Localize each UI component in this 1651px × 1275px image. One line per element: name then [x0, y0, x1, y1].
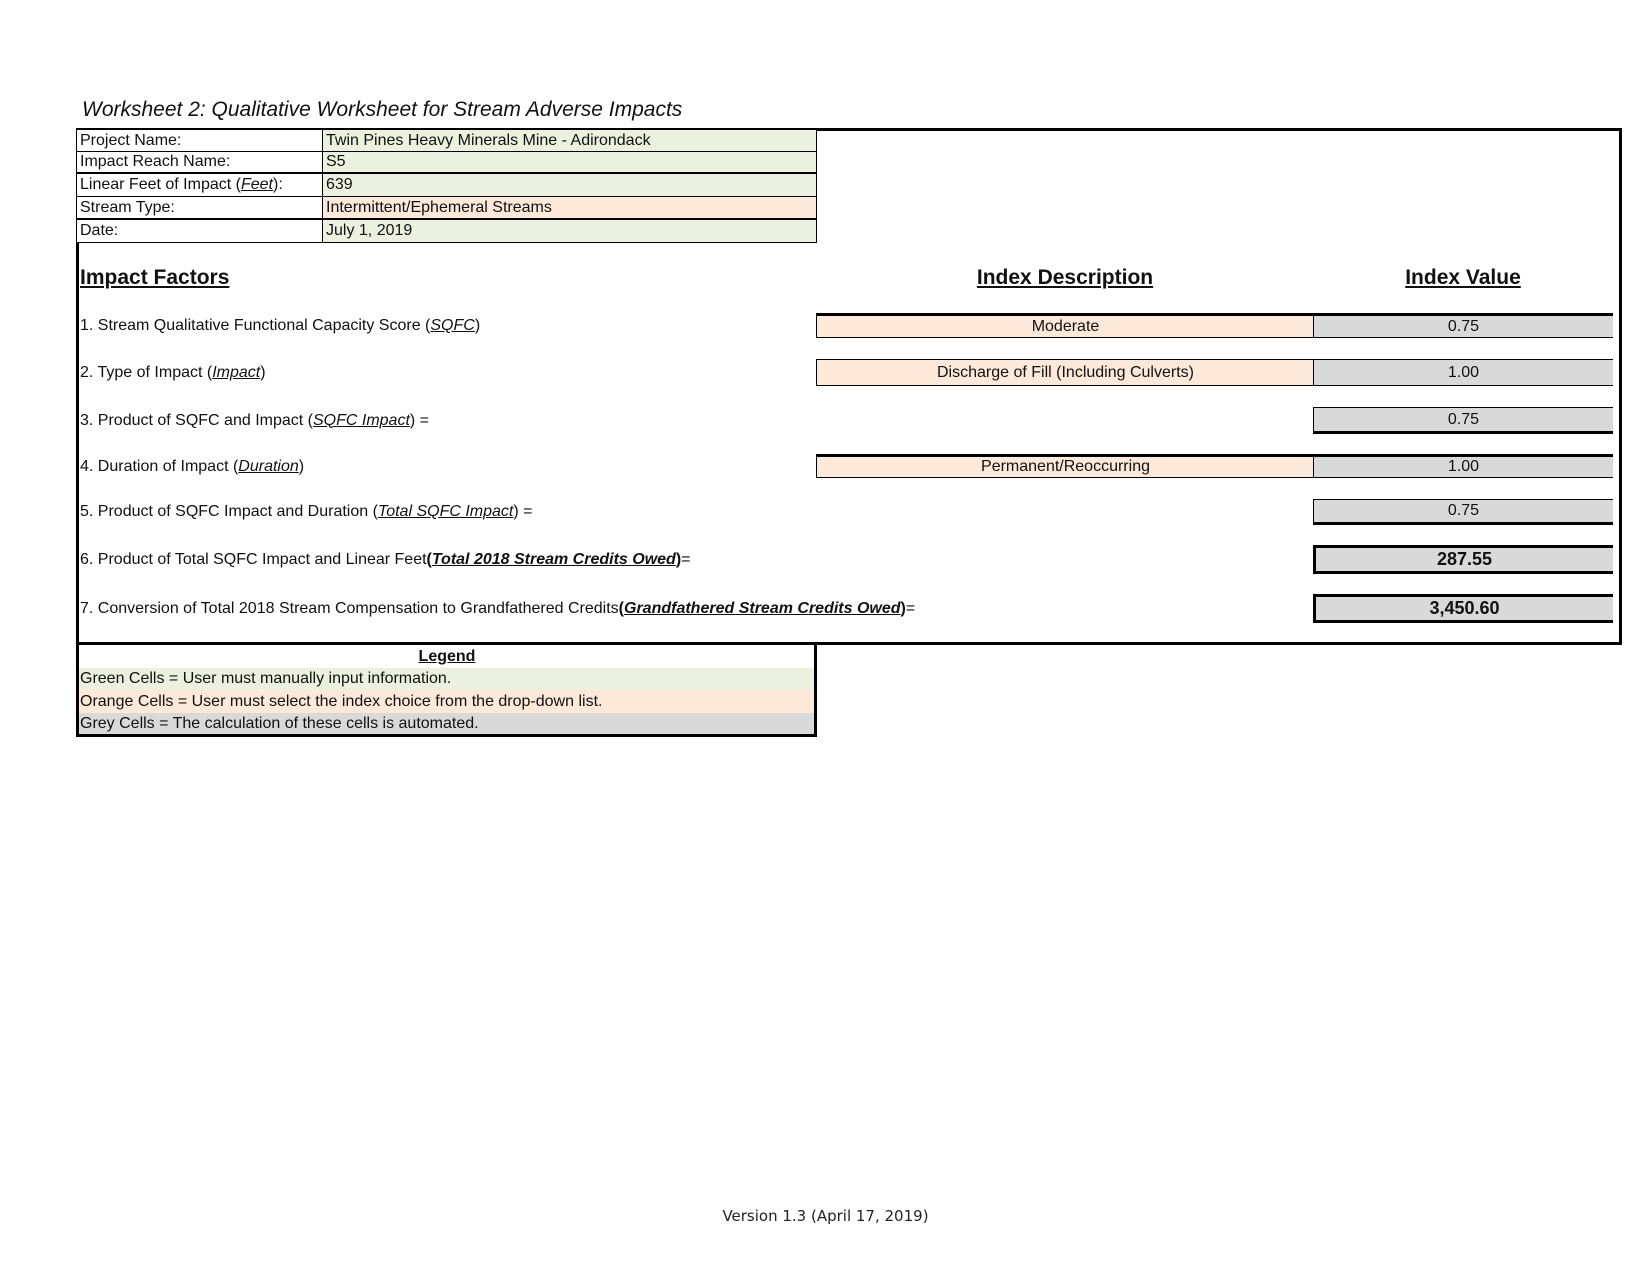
- factor-3-label: 3. Product of SQFC and Impact (SQFC Impa…: [80, 408, 429, 433]
- info-row-impact-reach: Impact Reach Name: S5: [77, 152, 817, 174]
- factor-1-description-dropdown[interactable]: Moderate: [816, 313, 1314, 338]
- stream-type-label: Stream Type:: [77, 197, 323, 218]
- factor-2-value: 1.00: [1313, 359, 1613, 386]
- linear-feet-label-var: Feet: [240, 176, 273, 193]
- factor-4-label: 4. Duration of Impact (Duration): [80, 455, 304, 478]
- factor-2-description-dropdown[interactable]: Discharge of Fill (Including Culverts): [816, 359, 1314, 386]
- factor-7-label: 7. Conversion of Total 2018 Stream Compe…: [80, 595, 915, 622]
- linear-feet-label-pre: Linear Feet of Impact (: [80, 176, 241, 193]
- factor-1-label: 1. Stream Qualitative Functional Capacit…: [80, 314, 480, 338]
- factor-4-value: 1.00: [1313, 454, 1613, 478]
- factor-4-var: Duration: [238, 457, 299, 475]
- factor-5-text: 5. Product of SQFC Impact and Duration (: [80, 503, 378, 520]
- linear-feet-label: Linear Feet of Impact (Feet):: [77, 174, 323, 196]
- factor-3-text: 3. Product of SQFC and Impact (: [80, 411, 313, 429]
- factor-6-label: 6. Product of Total SQFC Impact and Line…: [80, 546, 690, 573]
- factor-1-value: 0.75: [1313, 313, 1613, 338]
- linear-feet-field[interactable]: 639: [323, 174, 817, 196]
- factor-1-var: SQFC: [430, 317, 475, 334]
- linear-feet-label-post: ):: [272, 176, 283, 193]
- factor-5-var: Total SQFC Impact: [377, 503, 514, 520]
- legend-grey: Grey Cells = The calculation of these ce…: [79, 713, 814, 734]
- factor-3-text-post: ) =: [409, 411, 430, 429]
- factor-4-text: 4. Duration of Impact (: [80, 457, 239, 475]
- date-field[interactable]: July 1, 2019: [323, 220, 817, 242]
- factor-4-text-post: ): [298, 457, 305, 475]
- impact-reach-field[interactable]: S5: [323, 152, 817, 172]
- legend-orange: Orange Cells = User must select the inde…: [79, 690, 814, 713]
- factor-5-value: 0.75: [1313, 499, 1613, 525]
- info-row-date: Date: July 1, 2019: [77, 220, 817, 243]
- factor-7-var: Grandfathered Stream Credits Owed: [624, 599, 901, 617]
- legend-title: Legend: [418, 647, 476, 665]
- factor-5-label: 5. Product of SQFC Impact and Duration (…: [80, 500, 532, 524]
- info-row-linear-feet: Linear Feet of Impact (Feet): 639: [77, 174, 817, 197]
- impact-reach-label: Impact Reach Name:: [77, 152, 323, 172]
- factor-6-var: Total 2018 Stream Credits Owed: [431, 550, 676, 568]
- index-value-header: Index Value: [1405, 266, 1521, 289]
- factor-7-text: 7. Conversion of Total 2018 Stream Compe…: [80, 599, 619, 617]
- factor-3-value: 0.75: [1313, 407, 1613, 434]
- factor-5-text-post: ) =: [513, 503, 533, 520]
- factor-2-label: 2. Type of Impact (Impact): [80, 360, 266, 386]
- worksheet-title: Worksheet 2: Qualitative Worksheet for S…: [82, 98, 683, 121]
- info-row-stream-type: Stream Type: Intermittent/Ephemeral Stre…: [77, 197, 817, 220]
- impact-factors-header: Impact Factors: [80, 266, 230, 289]
- legend-green: Green Cells = User must manually input i…: [79, 668, 814, 690]
- factor-1-text: 1. Stream Qualitative Functional Capacit…: [80, 317, 431, 334]
- factor-2-text-post: ): [260, 364, 266, 381]
- project-name-label: Project Name:: [77, 130, 323, 151]
- version-footer: Version 1.3 (April 17, 2019): [722, 1207, 929, 1225]
- factor-6-text: 6. Product of Total SQFC Impact and Line…: [80, 550, 427, 568]
- factor-2-text: 2. Type of Impact (: [80, 364, 213, 381]
- date-label: Date:: [77, 220, 323, 242]
- project-name-field[interactable]: Twin Pines Heavy Minerals Mine - Adirond…: [323, 130, 817, 151]
- factor-3-var: SQFC Impact: [312, 411, 410, 429]
- factor-7-value: 3,450.60: [1313, 594, 1613, 623]
- factor-2-var: Impact: [212, 364, 261, 381]
- stream-type-dropdown[interactable]: Intermittent/Ephemeral Streams: [323, 197, 817, 218]
- factor-6-text-post: =: [681, 550, 691, 568]
- info-row-project-name: Project Name: Twin Pines Heavy Minerals …: [77, 130, 817, 152]
- factor-4-description-dropdown[interactable]: Permanent/Reoccurring: [816, 454, 1314, 478]
- factor-6-value: 287.55: [1313, 545, 1613, 574]
- factor-7-text-post: =: [905, 599, 916, 617]
- factor-1-text-post: ): [474, 317, 481, 334]
- index-description-header: Index Description: [976, 266, 1154, 289]
